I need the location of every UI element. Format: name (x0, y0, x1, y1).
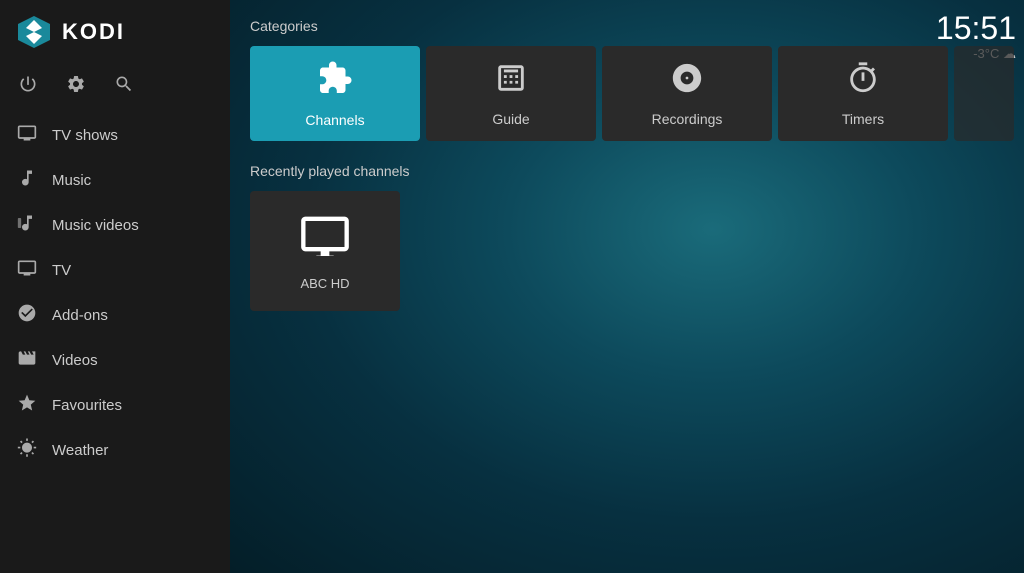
timers-label: Timers (842, 111, 884, 127)
search-button[interactable] (114, 74, 134, 99)
recordings-label: Recordings (652, 111, 723, 127)
tv-icon (16, 258, 38, 283)
sidebar-item-music[interactable]: Music (0, 158, 230, 203)
channel-abc-hd[interactable]: ABC HD (250, 191, 400, 311)
categories-section: Categories Channels Guide (250, 18, 1014, 163)
app-title: KODI (62, 19, 125, 45)
tv-shows-icon (16, 123, 38, 148)
sidebar-item-weather-label: Weather (52, 442, 108, 459)
category-channels[interactable]: Channels (250, 46, 420, 141)
recently-played-label: Recently played channels (250, 163, 1014, 179)
clock-display: 15:51 (936, 12, 1016, 44)
sidebar-item-tv-shows-label: TV shows (52, 127, 118, 144)
sidebar-item-music-videos[interactable]: Music videos (0, 203, 230, 248)
sidebar-nav: TV shows Music Music videos TV (0, 113, 230, 573)
favourites-icon (16, 393, 38, 418)
channel-label: ABC HD (300, 276, 349, 291)
sidebar-item-add-ons-label: Add-ons (52, 307, 108, 324)
category-overflow (954, 46, 1014, 141)
settings-button[interactable] (66, 74, 86, 99)
categories-label: Categories (250, 18, 1014, 34)
app-header: KODI (0, 0, 230, 64)
sidebar-item-videos[interactable]: Videos (0, 338, 230, 383)
music-icon (16, 168, 38, 193)
main-content: 15:51 -3°C ☁ Categories Channels (230, 0, 1024, 573)
recently-played-section: Recently played channels ABC HD (250, 163, 1014, 311)
guide-icon (494, 61, 528, 103)
sidebar-action-icons (0, 64, 230, 113)
sidebar-item-weather[interactable]: Weather (0, 428, 230, 473)
power-button[interactable] (18, 74, 38, 99)
weather-icon (16, 438, 38, 463)
categories-row: Channels Guide Recordings (250, 46, 1014, 141)
sidebar-item-favourites[interactable]: Favourites (0, 383, 230, 428)
category-timers[interactable]: Timers (778, 46, 948, 141)
channels-label: Channels (305, 112, 364, 128)
music-videos-icon (16, 213, 38, 238)
videos-icon (16, 348, 38, 373)
category-guide[interactable]: Guide (426, 46, 596, 141)
sidebar-item-favourites-label: Favourites (52, 397, 122, 414)
channels-icon (317, 60, 353, 104)
sidebar-item-tv-label: TV (52, 262, 71, 279)
channels-list: ABC HD (250, 191, 1014, 311)
timers-icon (846, 61, 880, 103)
sidebar-item-add-ons[interactable]: Add-ons (0, 293, 230, 338)
recordings-icon (670, 61, 704, 103)
sidebar: KODI TV shows (0, 0, 230, 573)
channel-tv-icon (299, 212, 351, 266)
sidebar-item-music-videos-label: Music videos (52, 217, 139, 234)
sidebar-item-tv-shows[interactable]: TV shows (0, 113, 230, 158)
kodi-logo-icon (16, 14, 52, 50)
addon-icon (16, 303, 38, 328)
guide-label: Guide (492, 111, 529, 127)
sidebar-item-music-label: Music (52, 172, 91, 189)
category-recordings[interactable]: Recordings (602, 46, 772, 141)
sidebar-item-tv[interactable]: TV (0, 248, 230, 293)
sidebar-item-videos-label: Videos (52, 352, 98, 369)
